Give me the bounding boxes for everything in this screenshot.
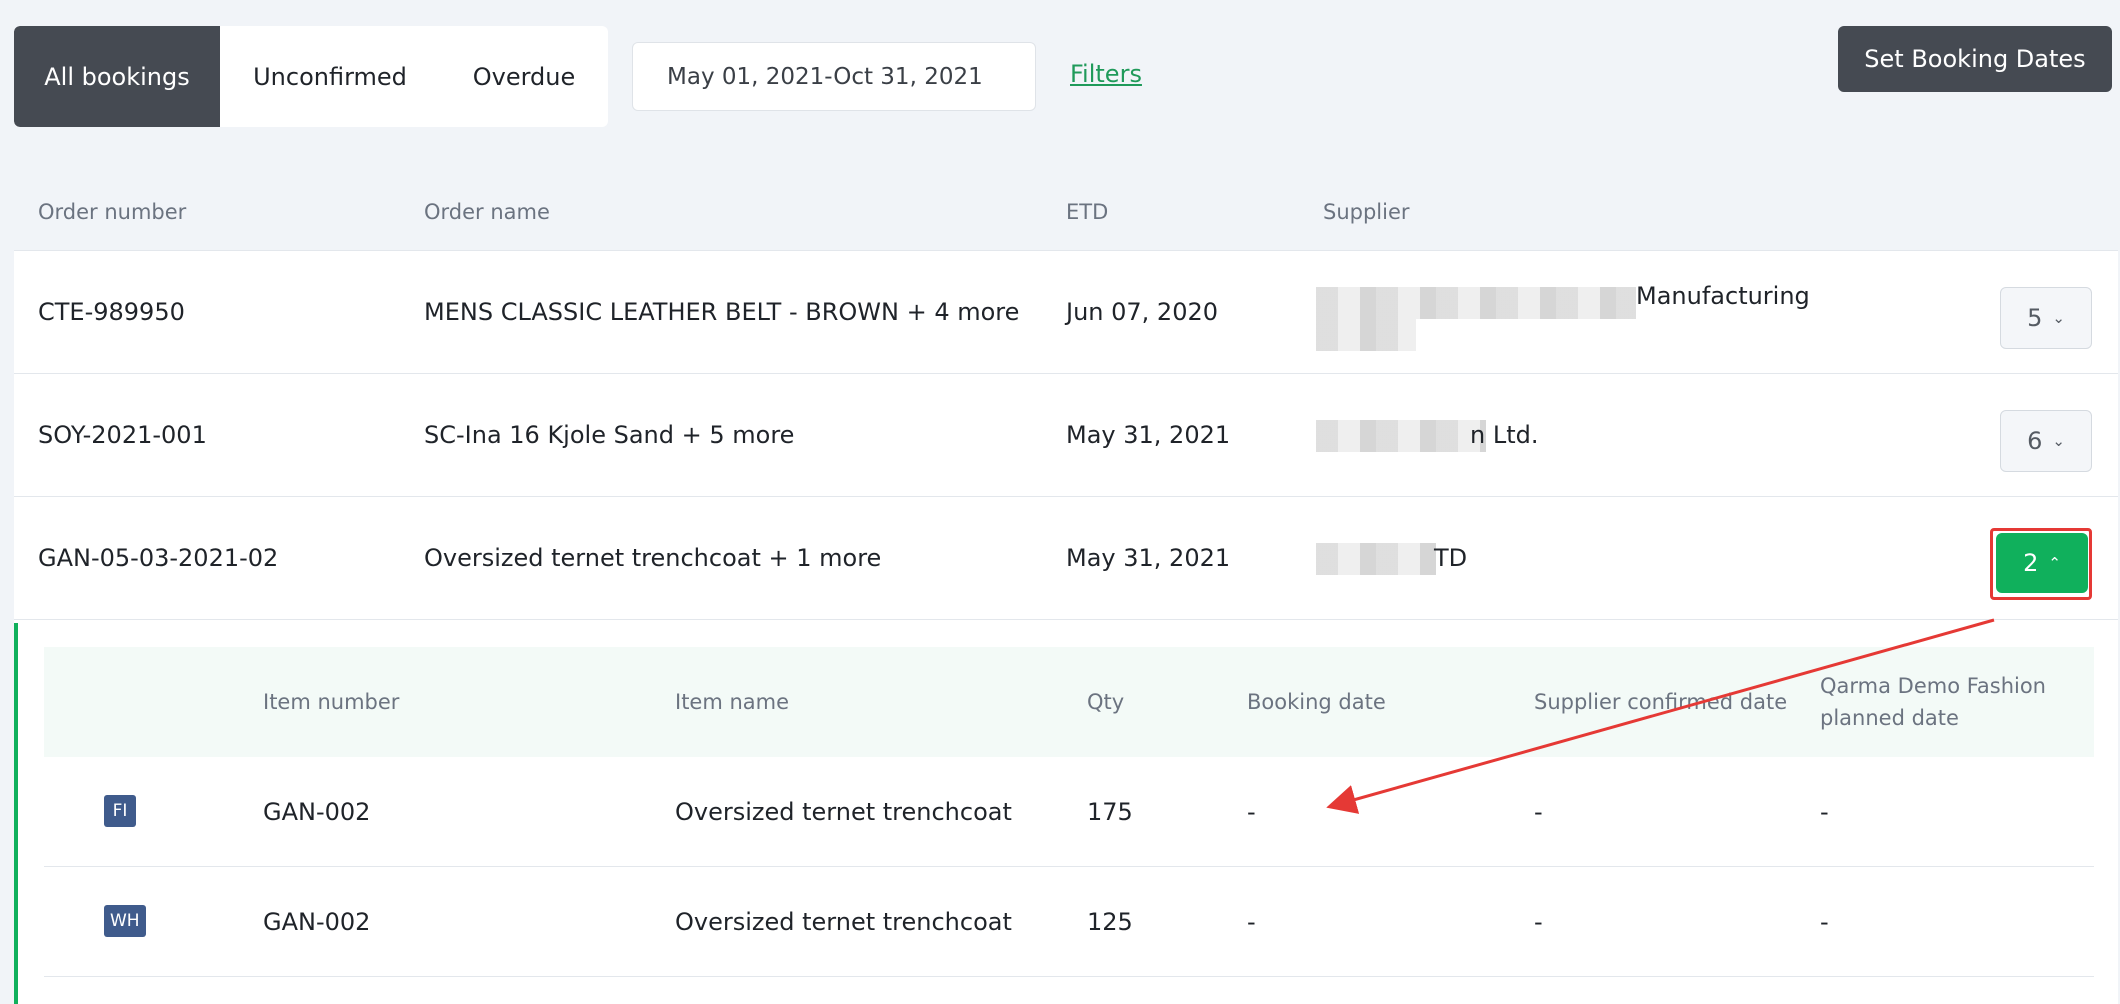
order-row[interactable]: CTE-989950 MENS CLASSIC LEATHER BELT - B… (14, 251, 2118, 374)
order-etd: May 31, 2021 (1066, 544, 1231, 572)
item-number: GAN-002 (263, 797, 371, 826)
supplier-name: Manufacturing (1636, 282, 1810, 310)
date-range-value: May 01, 2021-Oct 31, 2021 (667, 63, 983, 90)
order-row-expanded[interactable]: GAN-05-03-2021-02 Oversized ternet trenc… (14, 497, 2118, 620)
column-header-order-name: Order name (424, 200, 550, 224)
items-count: 6 (2027, 427, 2043, 455)
date-range-picker[interactable]: May 01, 2021-Oct 31, 2021 (632, 42, 1036, 111)
tab-overdue[interactable]: Overdue (440, 26, 608, 127)
order-etd: May 31, 2021 (1066, 421, 1231, 449)
tab-unconfirmed[interactable]: Unconfirmed (220, 26, 440, 127)
supplier-redacted (1316, 543, 1436, 575)
column-header-etd: ETD (1066, 200, 1109, 224)
items-count: 2 (2023, 549, 2039, 577)
item-booking-date[interactable]: - (1247, 757, 1256, 866)
column-header-supplier: Supplier (1323, 200, 1410, 224)
item-type-badge: FI (104, 795, 136, 827)
supplier-redacted (1316, 287, 1636, 319)
order-name: SC-Ina 16 Kjole Sand + 5 more (424, 421, 795, 449)
item-planned-date: - (1820, 907, 1829, 936)
order-number: CTE-989950 (38, 298, 185, 326)
items-count-toggle[interactable]: 6 ⌄ (2000, 410, 2092, 472)
planned-date-line-2: planned date (1820, 706, 1959, 730)
item-qty: 125 (1087, 907, 1133, 936)
item-type-badge: WH (104, 905, 146, 937)
item-row: FI GAN-002 Oversized ternet trenchcoat 1… (44, 757, 2094, 867)
column-header-supplier-confirmed-date: Supplier confirmed date (1534, 690, 1788, 714)
booking-tabs: All bookings Unconfirmed Overdue (14, 26, 608, 127)
column-header-item-number: Item number (263, 690, 400, 714)
supplier-redacted (1316, 319, 1416, 351)
column-header-planned-date: Qarma Demo Fashion planned date (1820, 670, 2046, 734)
column-header-booking-date: Booking date (1247, 690, 1386, 714)
item-supplier-confirmed-date: - (1534, 797, 1543, 826)
set-booking-dates-button[interactable]: Set Booking Dates (1838, 26, 2112, 92)
item-supplier-confirmed-date: - (1534, 907, 1543, 936)
filters-link[interactable]: Filters (1070, 60, 1142, 88)
items-count-toggle[interactable]: 2 ⌃ (1996, 533, 2088, 593)
column-header-order-number: Order number (38, 200, 187, 224)
items-count-toggle[interactable]: 5 ⌄ (2000, 287, 2092, 349)
chevron-down-icon: ⌄ (2052, 309, 2065, 327)
order-number: SOY-2021-001 (38, 421, 207, 449)
items-count: 5 (2027, 304, 2043, 332)
supplier-name: n Ltd. (1470, 421, 1539, 449)
column-header-item-name: Item name (675, 690, 790, 714)
order-etd: Jun 07, 2020 (1066, 298, 1219, 326)
order-items-panel: Item number Item name Qty Booking date S… (14, 623, 2118, 1004)
item-planned-date: - (1820, 797, 1829, 826)
chevron-up-icon: ⌃ (2048, 554, 2061, 572)
order-row[interactable]: SOY-2021-001 SC-Ina 16 Kjole Sand + 5 mo… (14, 374, 2118, 497)
order-name: Oversized ternet trenchcoat + 1 more (424, 544, 882, 572)
item-qty: 175 (1087, 797, 1133, 826)
item-row: WH GAN-002 Oversized ternet trenchcoat 1… (44, 867, 2094, 977)
chevron-down-icon: ⌄ (2052, 432, 2065, 450)
item-name: Oversized ternet trenchcoat (675, 797, 1012, 826)
supplier-redacted (1316, 420, 1486, 452)
planned-date-line-1: Qarma Demo Fashion (1820, 674, 2046, 698)
item-name: Oversized ternet trenchcoat (675, 907, 1012, 936)
order-number: GAN-05-03-2021-02 (38, 544, 279, 572)
item-booking-date[interactable]: - (1247, 867, 1256, 976)
column-header-qty: Qty (1087, 690, 1125, 714)
items-table-header: Item number Item name Qty Booking date S… (44, 647, 2094, 757)
order-name: MENS CLASSIC LEATHER BELT - BROWN + 4 mo… (424, 298, 1020, 326)
tab-all-bookings[interactable]: All bookings (14, 26, 220, 127)
item-number: GAN-002 (263, 907, 371, 936)
supplier-name: TD (1434, 544, 1468, 572)
